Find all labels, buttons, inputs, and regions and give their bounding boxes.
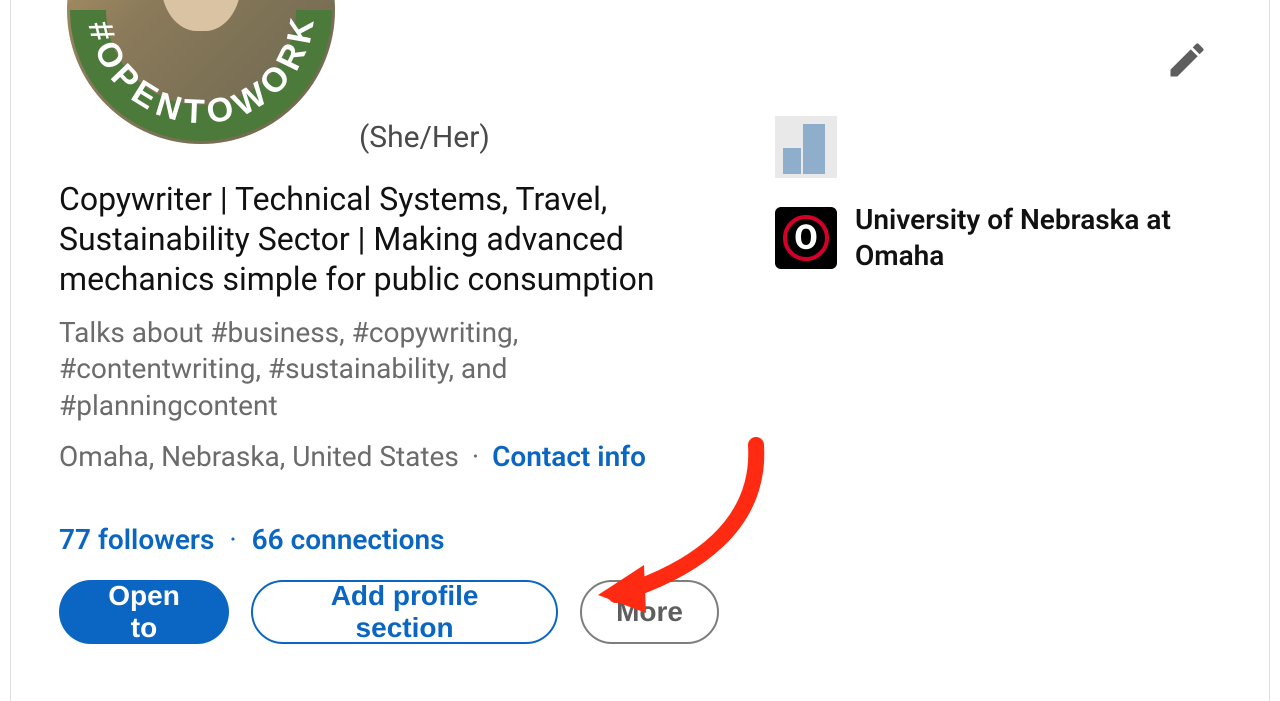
location-text: Omaha, Nebraska, United States (59, 440, 459, 473)
add-profile-section-button[interactable]: Add profile section (251, 580, 558, 644)
profile-headline: Copywriter | Technical Systems, Travel, … (59, 179, 719, 299)
profile-card: #OPENTOWORK (She/Her) Copywriter | Techn… (10, 0, 1270, 701)
university-name: University of Nebraska at Omaha (855, 202, 1235, 275)
education-row[interactable]: O University of Nebraska at Omaha (775, 202, 1235, 275)
open-to-button[interactable]: Open to (59, 580, 229, 644)
separator-dot: · (472, 440, 479, 473)
location-line: Omaha, Nebraska, United States · Contact… (59, 440, 719, 473)
connections-link[interactable]: 66 connections (252, 523, 445, 556)
followers-link[interactable]: 77 followers (59, 523, 221, 556)
contact-info-link[interactable]: Contact info (492, 440, 646, 473)
company-logo (775, 116, 837, 178)
university-logo: O (775, 207, 837, 269)
more-button[interactable]: More (580, 580, 719, 644)
company-row[interactable] (775, 116, 1235, 178)
education-column: O University of Nebraska at Omaha (775, 116, 1235, 299)
profile-actions: Open to Add profile section More (59, 580, 719, 644)
separator-dot: · (229, 523, 236, 556)
pencil-icon (1165, 38, 1209, 82)
network-stats: 77 followers · 66 connections (59, 523, 719, 556)
edit-profile-button[interactable] (1165, 38, 1209, 82)
talks-about-hashtags: Talks about #business, #copywriting, #co… (59, 315, 719, 424)
profile-main-column: (She/Her) Copywriter | Technical Systems… (59, 120, 719, 644)
pronouns: (She/Her) (359, 120, 719, 155)
